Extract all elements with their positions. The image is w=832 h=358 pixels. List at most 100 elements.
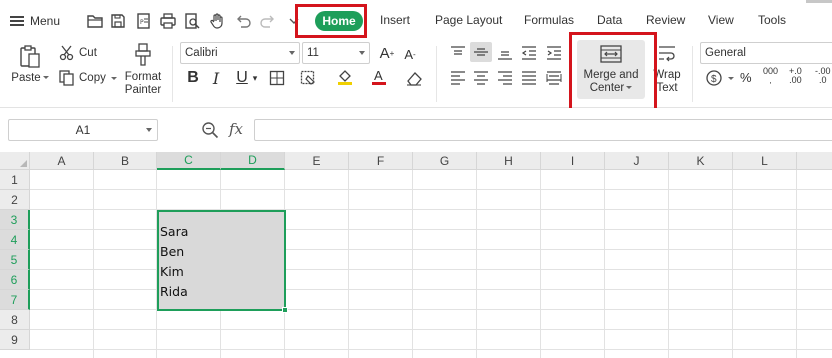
column-header-l[interactable]: L [733, 152, 797, 170]
gridline [30, 249, 832, 250]
decrease-indent-icon[interactable] [518, 43, 540, 63]
dec-decimal-bottom: .0 [819, 75, 827, 85]
row-header-9[interactable]: 9 [0, 330, 30, 350]
merge-and-center-button[interactable]: Merge and Center [577, 44, 645, 95]
column-header-a[interactable]: A [30, 152, 94, 170]
spreadsheet-grid[interactable]: A B C D E F G H I J K L 1 2 3 4 5 6 7 8 … [0, 152, 832, 358]
tab-view[interactable]: View [708, 13, 734, 27]
gridline [30, 229, 832, 230]
column-header-k[interactable]: K [669, 152, 733, 170]
cut-button[interactable]: Cut [58, 44, 97, 62]
zoom-icon[interactable] [201, 121, 219, 142]
menu-bar: Menu P Home Insert Page Layout Formulas … [0, 0, 832, 40]
paste-label: Paste [11, 72, 41, 84]
paste-button[interactable]: Paste [10, 44, 50, 85]
clipboard-icon [20, 45, 40, 68]
formula-input[interactable] [254, 119, 832, 141]
font-name-select[interactable]: Calibri [180, 42, 300, 64]
number-format-value: General [705, 47, 746, 59]
top-scroll-indicator [806, 0, 832, 3]
wrap-text-button[interactable]: Wrap Text [652, 44, 682, 95]
row-header-3[interactable]: 3 [0, 210, 30, 230]
column-header-j[interactable]: J [605, 152, 669, 170]
copy-icon [59, 70, 74, 86]
column-header-i[interactable]: I [541, 152, 605, 170]
italic-icon[interactable]: I [205, 68, 227, 88]
align-left-icon[interactable] [447, 68, 469, 88]
borders-icon[interactable] [266, 68, 288, 88]
align-right-icon[interactable] [494, 68, 516, 88]
print-icon[interactable] [157, 10, 179, 32]
tab-page-layout[interactable]: Page Layout [435, 13, 502, 27]
merge-label-1: Merge and [583, 69, 639, 81]
align-center-icon[interactable] [470, 68, 492, 88]
cut-label: Cut [79, 47, 97, 59]
font-size-select[interactable]: 11 [302, 42, 370, 64]
tab-data[interactable]: Data [597, 13, 622, 27]
column-header-d[interactable]: D [221, 152, 285, 170]
undo-icon[interactable] [232, 10, 254, 32]
tab-home[interactable]: Home [315, 11, 363, 31]
fill-style-icon[interactable] [298, 68, 320, 88]
decrease-decimal-button[interactable]: -.00 .0 [815, 67, 831, 85]
currency-button[interactable]: $ [705, 69, 734, 87]
decrease-font-size-icon[interactable]: A- [399, 44, 421, 64]
row-header-5[interactable]: 5 [0, 250, 30, 270]
print-preview-icon[interactable] [181, 10, 203, 32]
format-painter-label-2: Painter [124, 84, 162, 96]
tab-insert[interactable]: Insert [380, 13, 410, 27]
tab-review[interactable]: Review [646, 13, 685, 27]
align-bottom-icon[interactable] [494, 43, 516, 63]
bold-icon[interactable]: B [182, 68, 204, 88]
ribbon-separator [436, 46, 437, 102]
customize-dropdown-icon[interactable] [283, 10, 305, 32]
increase-indent-icon[interactable] [543, 43, 565, 63]
folder-open-icon[interactable] [84, 10, 106, 32]
column-header-b[interactable]: B [94, 152, 157, 170]
copy-button[interactable]: Copy [58, 69, 117, 87]
percent-button[interactable]: % [740, 70, 752, 85]
row-header-8[interactable]: 8 [0, 310, 30, 330]
row-header-2[interactable]: 2 [0, 190, 30, 210]
column-header-f[interactable]: F [349, 152, 413, 170]
hand-icon[interactable] [206, 10, 228, 32]
column-header-g[interactable]: G [413, 152, 477, 170]
svg-text:P: P [140, 19, 144, 26]
column-header-e[interactable]: E [285, 152, 349, 170]
increase-decimal-button[interactable]: +.0 .00 [789, 67, 802, 85]
justify-icon[interactable] [518, 68, 540, 88]
row-header-4[interactable]: 4 [0, 230, 30, 250]
save-icon[interactable] [107, 10, 129, 32]
number-format-select[interactable]: General [700, 42, 832, 64]
menu-button[interactable]: Menu [10, 12, 60, 30]
currency-icon: $ [706, 70, 722, 86]
export-pdf-icon[interactable]: P [133, 10, 155, 32]
row-header-7[interactable]: 7 [0, 290, 30, 310]
column-header-m[interactable] [797, 152, 832, 170]
select-all-corner[interactable] [0, 152, 30, 170]
fill-color-icon[interactable] [334, 67, 356, 87]
format-painter-button[interactable]: Format Painter [120, 42, 166, 97]
font-color-icon[interactable]: A [368, 67, 390, 87]
name-box[interactable]: A1 [8, 119, 158, 141]
tab-formulas[interactable]: Formulas [524, 13, 574, 27]
fill-handle[interactable] [282, 307, 288, 313]
underline-dropdown-icon[interactable]: ▾ [249, 68, 261, 88]
row-header-6[interactable]: 6 [0, 270, 30, 290]
align-middle-icon[interactable] [470, 42, 492, 62]
function-icon[interactable]: fx [229, 120, 243, 138]
row-header-1[interactable]: 1 [0, 170, 30, 190]
column-header-c[interactable]: C [157, 152, 221, 170]
eraser-icon[interactable] [403, 68, 425, 88]
column-header-h[interactable]: H [477, 152, 541, 170]
hamburger-icon [10, 16, 24, 26]
redo-icon[interactable] [257, 10, 279, 32]
align-top-icon[interactable] [447, 43, 469, 63]
distributed-align-icon[interactable] [543, 68, 565, 88]
gridline [30, 289, 832, 290]
font-size-value: 11 [307, 47, 319, 59]
tab-tools[interactable]: Tools [758, 13, 786, 27]
increase-font-size-icon[interactable]: A + [376, 43, 398, 63]
thousands-separator-button[interactable]: 000 , [763, 67, 778, 86]
ribbon-separator [172, 46, 173, 102]
